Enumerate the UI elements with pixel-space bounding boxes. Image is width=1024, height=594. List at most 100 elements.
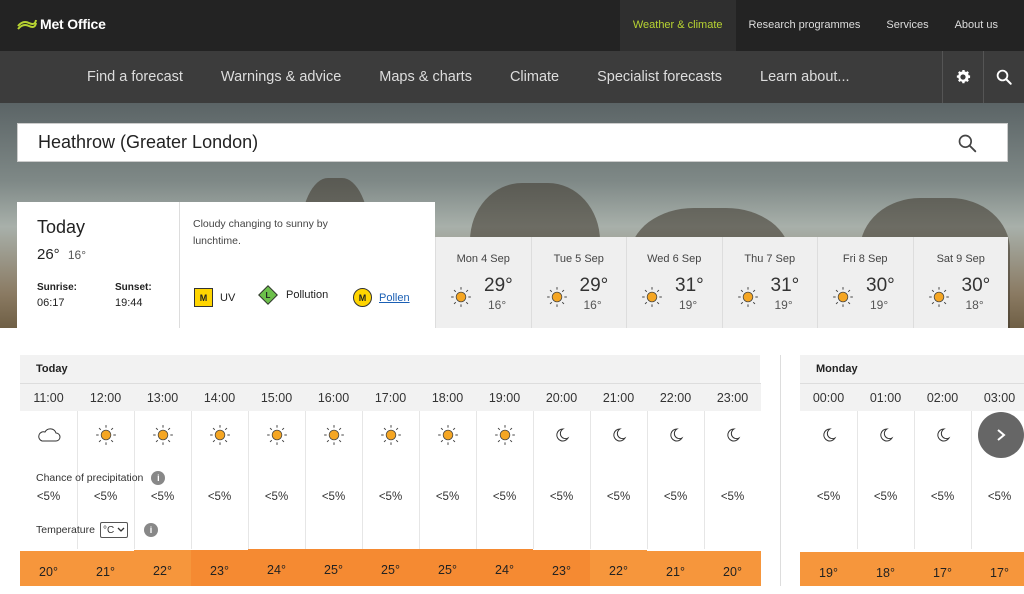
hour-time: 19:00 <box>476 383 533 411</box>
nav-climate[interactable]: Climate <box>491 51 578 103</box>
hour-icons-row <box>20 411 761 459</box>
chevron-right-icon <box>997 429 1006 441</box>
day-tab[interactable]: Fri 8 Sep 30° 19° <box>817 237 913 328</box>
temp-label: Temperature <box>36 524 95 536</box>
hour-temp: 25° <box>362 549 419 586</box>
top-links: Weather & climate Research programmes Se… <box>619 0 1024 51</box>
info-icon[interactable]: i <box>151 471 166 485</box>
day-tab[interactable]: Mon 4 Sep 29° 16° <box>435 237 531 328</box>
hour-time: 11:00 <box>20 383 77 411</box>
chevron-down-icon <box>117 527 125 532</box>
sun-icon <box>641 286 663 313</box>
hour-precip: <5% <box>873 491 898 503</box>
hour-temp: 25° <box>305 549 362 586</box>
hour-temp: 21° <box>647 550 704 586</box>
location-search-button[interactable] <box>957 133 977 158</box>
hour-precip: <5% <box>492 491 517 503</box>
moon-icon <box>800 411 857 459</box>
day-tab-name: Thu 7 Sep <box>744 253 796 265</box>
hour-precip: <5% <box>987 491 1012 503</box>
nav-maps-charts[interactable]: Maps & charts <box>360 51 491 103</box>
today-temps: 26° 16° <box>37 246 86 263</box>
scroll-next-button[interactable] <box>978 412 1024 458</box>
day-tab-high: 31° <box>675 275 704 296</box>
day-tab-name: Wed 6 Sep <box>647 253 702 265</box>
day-tab[interactable]: Tue 5 Sep 29° 16° <box>530 237 626 328</box>
met-office-logo[interactable]: Met Office <box>17 16 106 32</box>
sun-icon <box>305 411 362 459</box>
day-tab[interactable]: Sat 9 Sep 30° 18° <box>912 237 1008 328</box>
nav-search-button[interactable] <box>983 51 1024 103</box>
pollen-indicator[interactable]: M Pollen <box>353 288 410 307</box>
day-tab-name: Fri 8 Sep <box>842 253 888 265</box>
hour-precip: <5% <box>264 491 289 503</box>
cloud-icon <box>20 411 77 459</box>
hour-precip: <5% <box>93 491 118 503</box>
today-hourly-label: Today <box>36 363 68 375</box>
hour-temp: 20° <box>704 551 761 586</box>
hour-time: 20:00 <box>533 383 590 411</box>
hour-precip: <5% <box>720 491 745 503</box>
day-tab-low: 19° <box>679 298 698 312</box>
sun-icon <box>450 286 472 313</box>
nav-find-forecast[interactable]: Find a forecast <box>68 51 202 103</box>
nav-warnings[interactable]: Warnings & advice <box>202 51 360 103</box>
top-link-weather-climate[interactable]: Weather & climate <box>619 0 736 51</box>
hour-time: 01:00 <box>857 383 914 411</box>
day-tab-low: 19° <box>774 298 793 312</box>
nav-specialist[interactable]: Specialist forecasts <box>578 51 741 103</box>
hour-times-row: 11:00 12:00 13:00 14:00 15:00 16:00 17:00 18:00… <box>20 383 761 411</box>
logo-text: Met Office <box>40 16 106 32</box>
hour-temp: 22° <box>134 550 191 586</box>
settings-button[interactable] <box>942 51 983 103</box>
location-search <box>17 123 1008 162</box>
hour-precip: <5% <box>549 491 574 503</box>
hour-time: 13:00 <box>134 383 191 411</box>
today-high: 26° <box>37 246 60 263</box>
pollen-link[interactable]: Pollen <box>379 292 410 304</box>
pollution-label: Pollution <box>286 289 329 301</box>
today-summary-card: Today 26° 16° Sunrise: 06:17 Sunset: 19:… <box>17 202 435 328</box>
day-tab[interactable]: Thu 7 Sep 31° 19° <box>721 237 817 328</box>
day-divider <box>780 355 781 586</box>
top-link-services[interactable]: Services <box>873 0 941 51</box>
hour-precip: <5% <box>435 491 460 503</box>
hour-time: 00:00 <box>800 383 857 411</box>
hour-temp: 17° <box>971 552 1024 586</box>
sun-icon <box>77 411 134 459</box>
hour-temps-row: 20° 21° 22° 23° 24° 25° 25° 25° 24° 23° 22° 21° 20° <box>20 549 761 586</box>
hour-time: 16:00 <box>305 383 362 411</box>
nav-learn-about[interactable]: Learn about... <box>741 51 869 103</box>
sun-icon <box>248 411 305 459</box>
pollen-badge: M <box>353 288 372 307</box>
sun-icon <box>134 411 191 459</box>
hour-temp: 20° <box>20 551 77 586</box>
info-icon[interactable]: i <box>143 523 158 537</box>
top-link-about[interactable]: About us <box>942 0 1024 51</box>
hour-time: 02:00 <box>914 383 971 411</box>
moon-icon <box>857 411 914 459</box>
hour-time: 22:00 <box>647 383 704 411</box>
moon-icon <box>914 411 971 459</box>
day-tab-high: 31° <box>770 275 800 296</box>
hour-temp: 17° <box>914 552 971 586</box>
day-tab[interactable]: Wed 6 Sep 31° 19° <box>626 237 722 328</box>
day-tab-low: 16° <box>583 298 602 312</box>
main-nav: Find a forecast Warnings & advice Maps &… <box>0 51 1024 103</box>
hour-precip: <5% <box>321 491 346 503</box>
hour-precip: <5% <box>207 491 232 503</box>
day-tab-low: 16° <box>488 298 507 312</box>
temp-unit-select[interactable]: °C <box>99 522 128 538</box>
moon-icon <box>647 411 704 459</box>
sun-icon <box>928 286 950 313</box>
pollution-indicator[interactable]: L Pollution <box>258 285 329 305</box>
hour-time: 03:00 <box>971 383 1024 411</box>
uv-label: UV <box>220 291 236 304</box>
today-hourly-header: Today <box>20 355 760 383</box>
location-search-input[interactable] <box>38 132 938 153</box>
sun-icon <box>737 286 759 313</box>
uv-indicator[interactable]: M UV <box>194 288 235 307</box>
hour-times-row: 00:00 01:00 02:00 03:00 <box>800 383 1024 411</box>
top-link-research[interactable]: Research programmes <box>736 0 874 51</box>
hour-time: 21:00 <box>590 383 647 411</box>
